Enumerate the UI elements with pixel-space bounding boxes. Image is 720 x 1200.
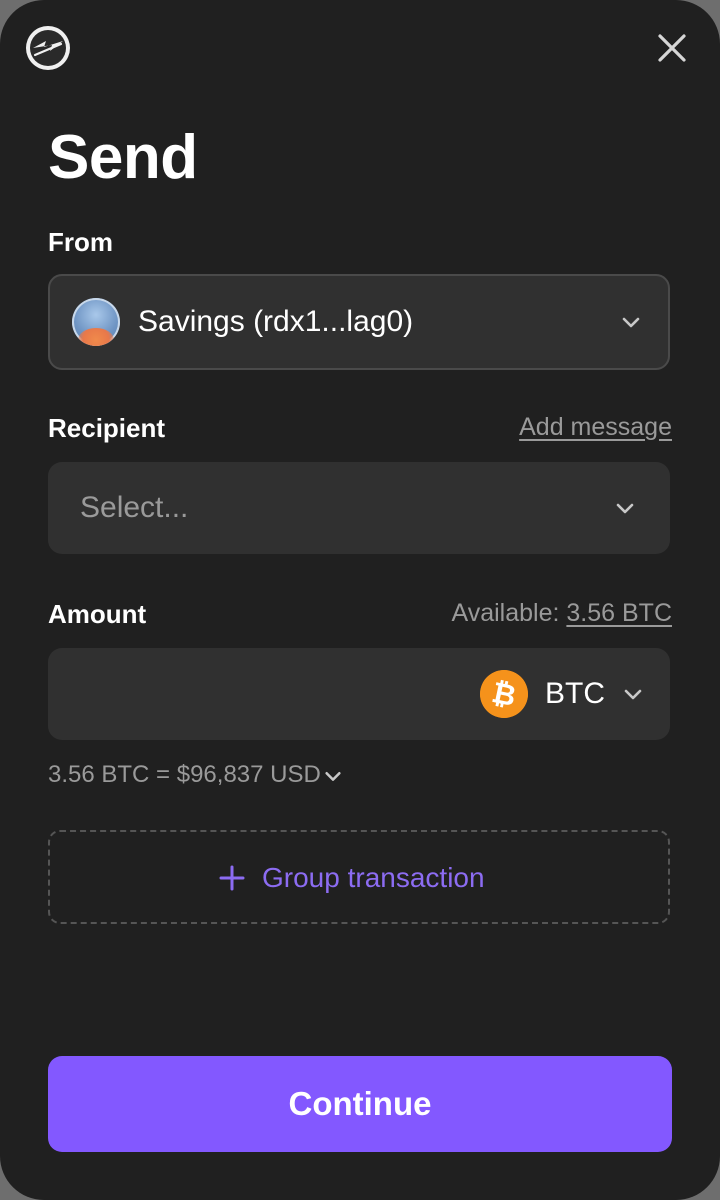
- from-account-select[interactable]: Savings (rdx1...lag0): [48, 274, 670, 370]
- bitcoin-icon: ₿: [480, 670, 528, 718]
- available-balance: Available: 3.56 BTC: [451, 597, 672, 629]
- chevron-down-icon[interactable]: [622, 683, 644, 705]
- account-avatar: [72, 298, 120, 346]
- conversion-text: 3.56 BTC = $96,837 USD: [48, 761, 321, 788]
- amount-input[interactable]: ₿ BTC: [48, 648, 670, 740]
- recipient-select[interactable]: Select...: [48, 462, 670, 554]
- continue-button[interactable]: Continue: [48, 1056, 672, 1152]
- currency-conversion[interactable]: 3.56 BTC = $96,837 USD: [48, 760, 343, 790]
- close-icon[interactable]: [652, 28, 692, 68]
- add-message-link[interactable]: Add message: [519, 411, 672, 443]
- group-transaction-button[interactable]: Group transaction: [48, 830, 670, 924]
- available-label: Available:: [451, 599, 560, 627]
- chevron-down-icon: [622, 317, 640, 328]
- from-label: From: [48, 227, 113, 257]
- page-title: Send: [48, 123, 198, 192]
- recipient-placeholder: Select...: [80, 491, 189, 524]
- chevron-down-icon: [325, 771, 341, 781]
- amount-label: Amount: [48, 599, 147, 629]
- from-account-value: Savings (rdx1...lag0): [138, 305, 414, 338]
- recipient-label: Recipient: [48, 413, 166, 443]
- chevron-down-icon: [616, 503, 634, 514]
- available-value[interactable]: 3.56 BTC: [566, 599, 672, 627]
- send-panel: Send From Savings (rdx1...lag0) Recipien…: [0, 0, 720, 1200]
- group-transaction-label: Group transaction: [262, 862, 485, 893]
- plus-icon: [219, 865, 245, 891]
- wallet-logo-icon: [26, 26, 70, 70]
- token-symbol[interactable]: BTC: [545, 676, 605, 712]
- group-transaction-content: Group transaction: [218, 862, 485, 894]
